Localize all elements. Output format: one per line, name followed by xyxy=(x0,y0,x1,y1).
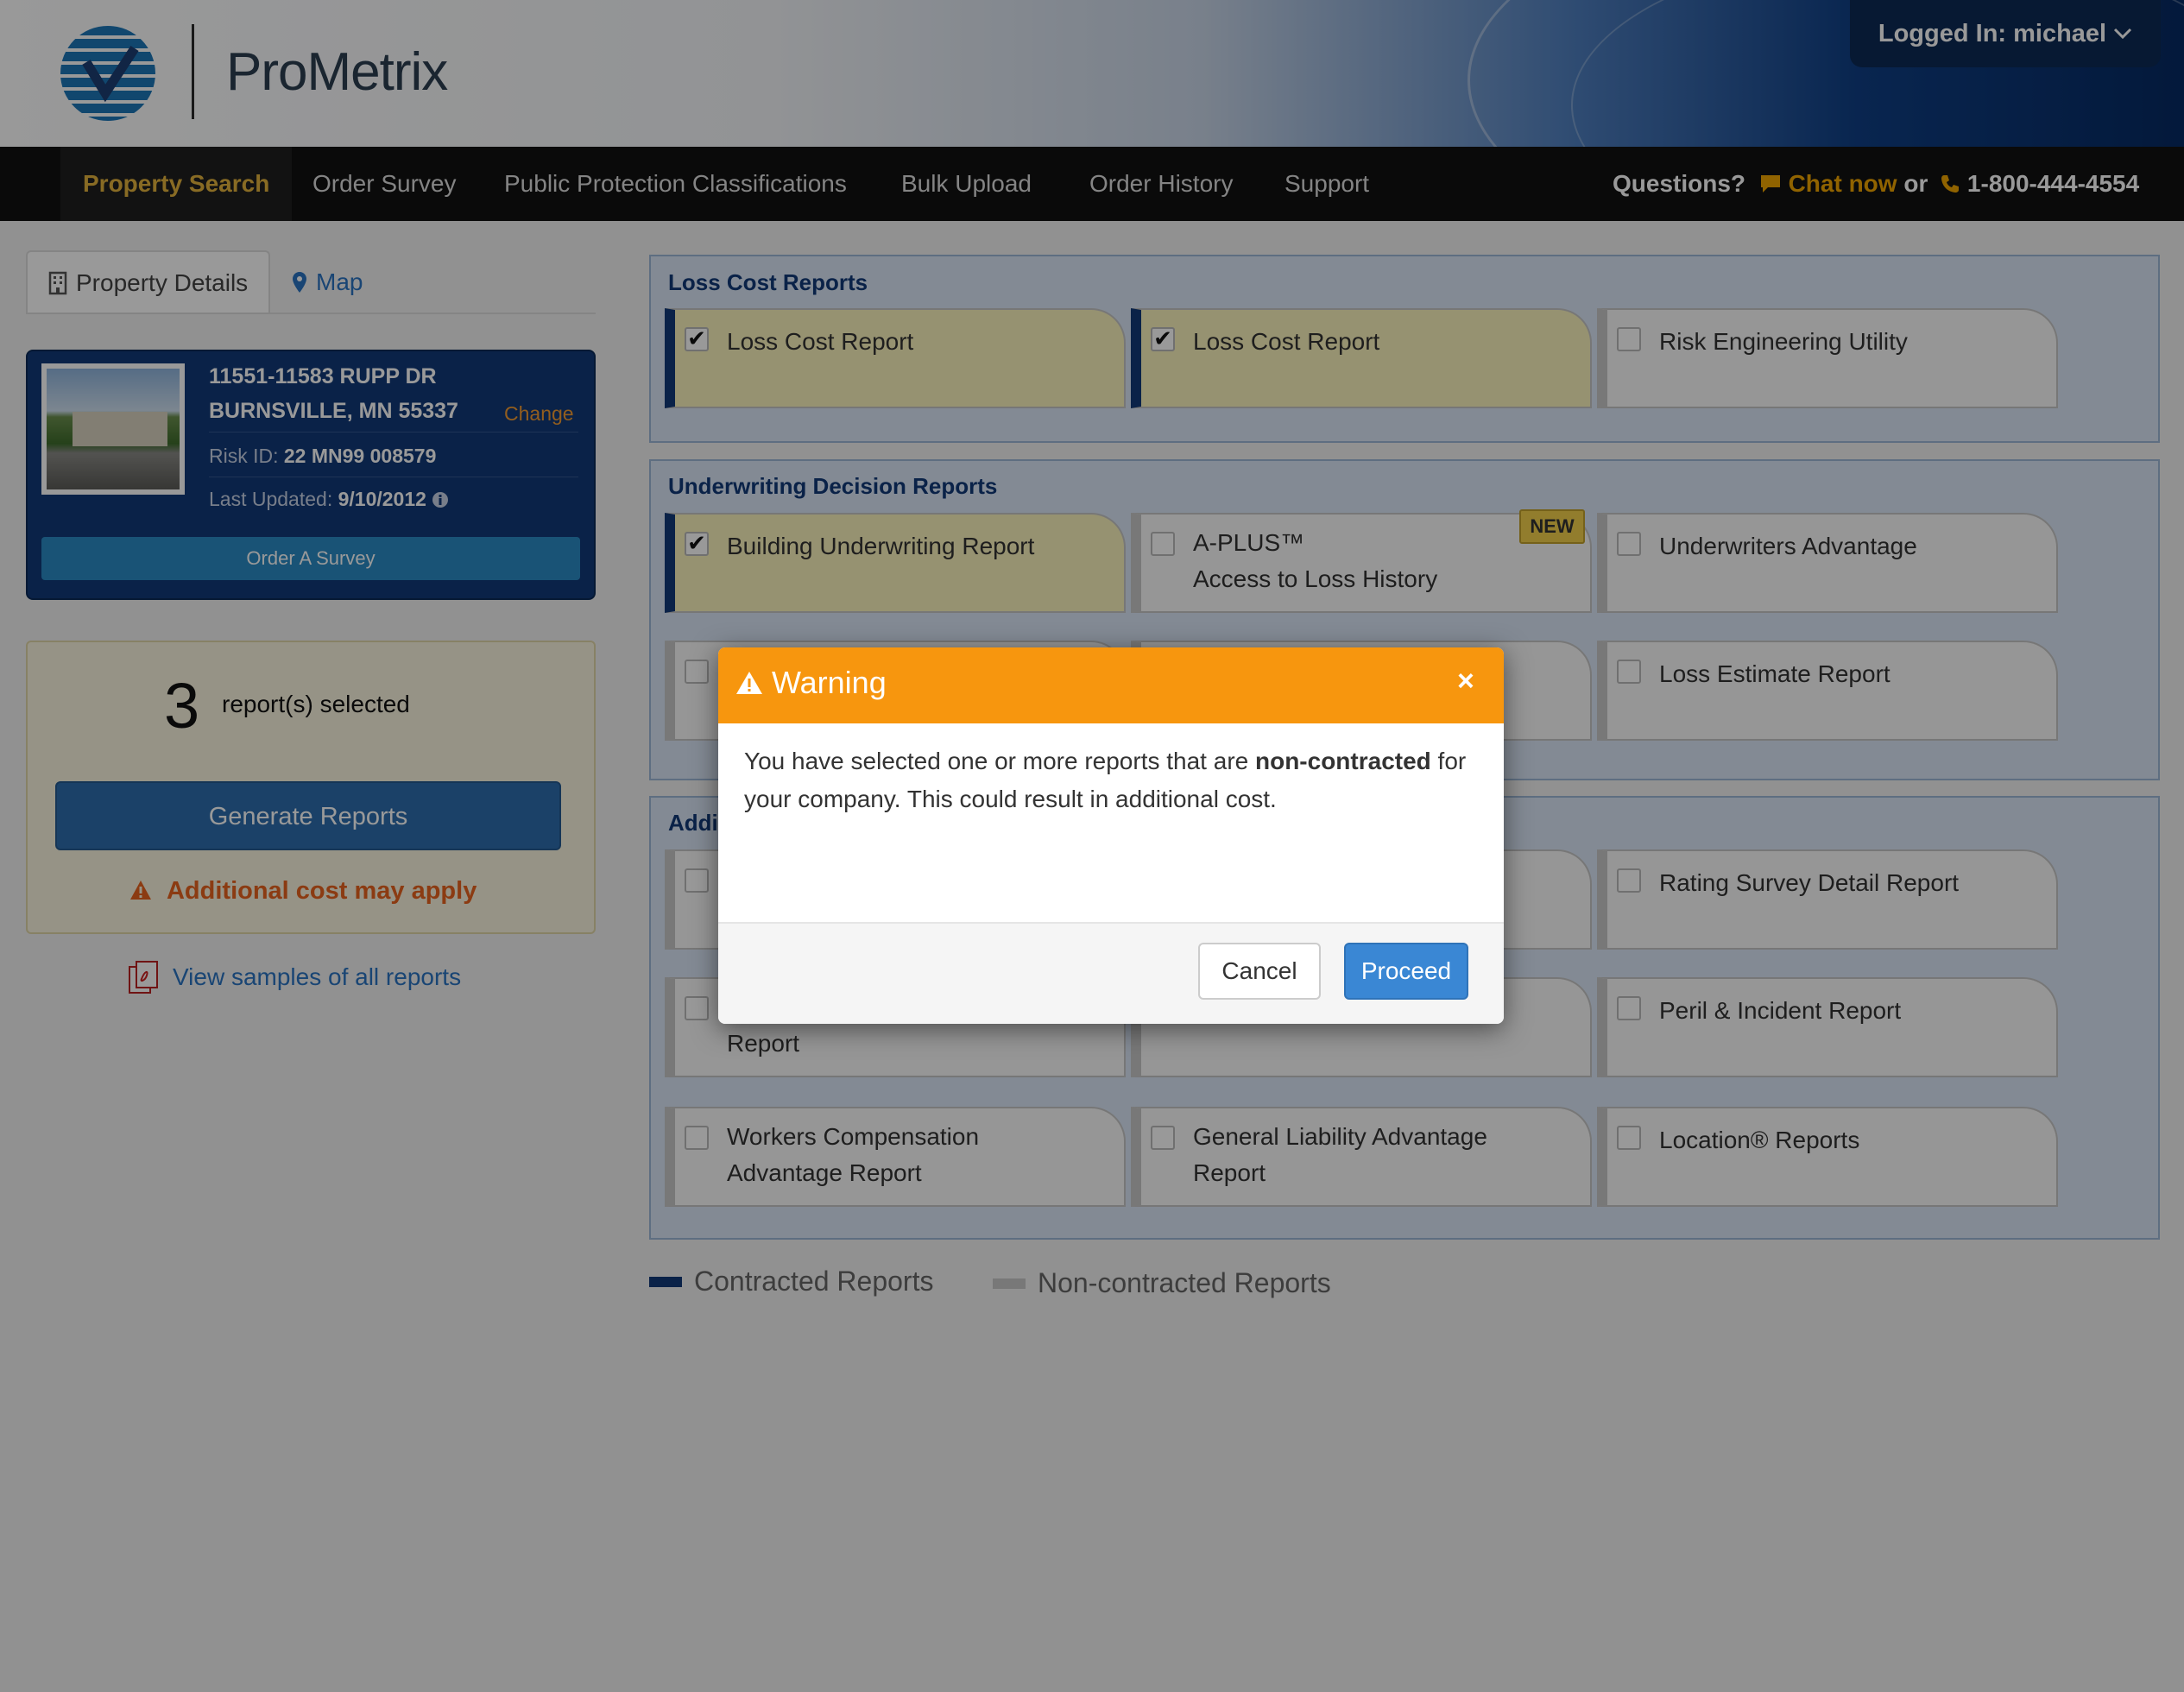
cancel-button[interactable]: Cancel xyxy=(1198,943,1321,1000)
warning-modal: Warning × You have selected one or more … xyxy=(718,647,1504,1024)
modal-message: You have selected one or more reports th… xyxy=(744,742,1487,818)
modal-title-label: Warning xyxy=(772,665,887,700)
modal-title: Warning xyxy=(735,665,887,701)
modal-message-emphasis: non-contracted xyxy=(1255,748,1431,774)
close-icon[interactable]: × xyxy=(1457,665,1474,698)
modal-message-text: You have selected one or more reports th… xyxy=(744,748,1255,774)
proceed-button[interactable]: Proceed xyxy=(1344,943,1468,1000)
warning-triangle-icon xyxy=(736,672,762,694)
